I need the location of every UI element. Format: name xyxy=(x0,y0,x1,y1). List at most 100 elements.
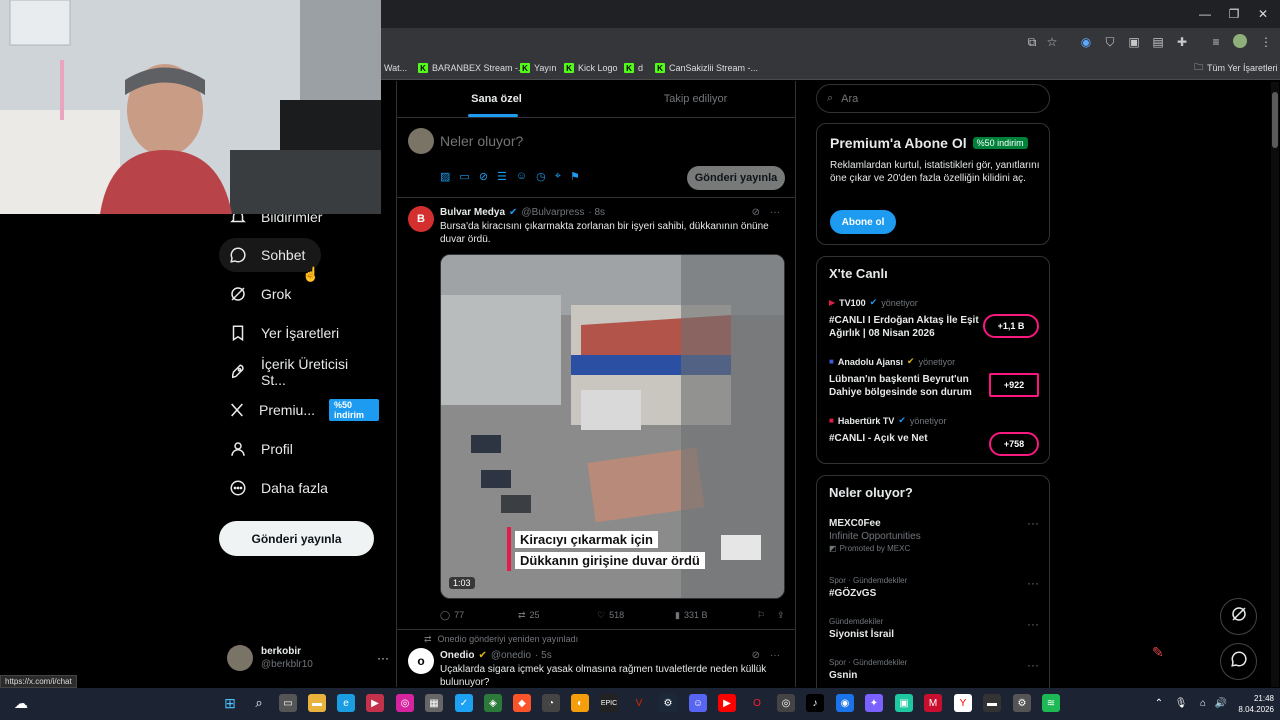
twitter-app-icon[interactable]: ✓ xyxy=(455,694,473,712)
youtube-icon[interactable]: ▶ xyxy=(718,694,736,712)
live-listeners-pill[interactable]: +1,1 B xyxy=(983,314,1039,338)
live-item-title[interactable]: #CANLI - Açık ve Net xyxy=(829,432,979,445)
sidebar-post-button[interactable]: Gönderi yayınla xyxy=(219,521,374,556)
cast-icon[interactable]: ⧉ xyxy=(1024,34,1040,50)
post-time[interactable]: · 5s xyxy=(535,650,552,661)
image-icon[interactable]: ▨ xyxy=(440,170,450,183)
post-video[interactable]: Kiracıyı çıkarmak için Dükkanın girişine… xyxy=(440,254,785,599)
search-input[interactable] xyxy=(841,92,1022,105)
extension-shield-icon[interactable]: ⛉ xyxy=(1102,34,1118,50)
valorant-icon[interactable]: V xyxy=(630,694,648,712)
taskbar-search-icon[interactable]: ⌕ xyxy=(250,694,268,712)
gif-icon[interactable]: ▭ xyxy=(459,170,469,183)
extension-audio-icon[interactable]: ◉ xyxy=(1078,34,1094,50)
post-handle[interactable]: @Bulvarpress xyxy=(521,207,584,218)
extensions-puzzle-icon[interactable]: ✚ xyxy=(1174,34,1190,50)
live-item-host[interactable]: ▶ TV100 ✔ yönetiyor xyxy=(829,297,918,308)
post-author[interactable]: Onedio xyxy=(440,650,474,661)
repost-button[interactable]: ⇄ 25 xyxy=(518,610,597,621)
bookmark-post-icon[interactable]: ⚐ xyxy=(757,610,777,621)
sidebar-item-creator-studio[interactable]: İçerik Üreticisi St... xyxy=(219,355,379,389)
trend-item[interactable]: MEXC0Fee Infinite Opportunities ◩ Promote… xyxy=(829,518,1039,553)
bookmark-item[interactable]: Wat... xyxy=(384,60,407,76)
poll-icon[interactable]: ☰ xyxy=(497,170,507,183)
schedule-icon[interactable]: ◷ xyxy=(536,170,546,183)
profile-avatar-icon[interactable] xyxy=(1232,34,1248,50)
bookmark-item[interactable]: K CanSakizlii Stream -... xyxy=(655,60,758,76)
emoji-icon[interactable]: ☺ xyxy=(516,170,527,183)
bookmark-item[interactable]: K Yayın xyxy=(520,60,556,76)
tab-for-you[interactable]: Sana özel xyxy=(397,81,596,117)
chat-float-button[interactable] xyxy=(1220,643,1257,680)
trend-item[interactable]: Spor · Gündemdekiler Gsnin xyxy=(829,658,1039,681)
post-more-icon[interactable]: ··· xyxy=(770,207,780,218)
task-view-icon[interactable]: ▭ xyxy=(279,694,297,712)
subscribe-button[interactable]: Abone ol xyxy=(830,210,896,234)
instagram-icon[interactable]: ◎ xyxy=(396,694,414,712)
trend-more-icon[interactable]: ··· xyxy=(1027,576,1039,590)
opera-icon[interactable]: O xyxy=(748,694,766,712)
mcafee-icon[interactable]: M xyxy=(924,694,942,712)
share-icon[interactable]: ⇪ xyxy=(777,610,785,621)
epic-games-icon[interactable]: EPIC xyxy=(600,694,618,712)
network-icon[interactable]: ⌂ xyxy=(1194,694,1212,712)
extension-icon[interactable]: ▣ xyxy=(1126,34,1142,50)
scrollbar-thumb[interactable] xyxy=(1272,92,1278,148)
sidebar-item-profile[interactable]: Profil xyxy=(219,432,319,466)
bulvar-avatar[interactable]: B xyxy=(408,206,434,232)
bookmark-item[interactable]: Kd xyxy=(624,60,643,76)
copilot-icon[interactable]: ✦ xyxy=(865,694,883,712)
chrome-icon[interactable]: ◉ xyxy=(836,694,854,712)
taskbar-clock[interactable]: 21:48 8.04.2026 xyxy=(1232,693,1274,715)
live-item-title[interactable]: #CANLI I Erdoğan Aktaş İle Eşit Ağırlık … xyxy=(829,314,979,340)
live-item-host[interactable]: ■ Habertürk TV ✔ yönetiyor xyxy=(829,415,946,426)
app-icon[interactable]: ▬ xyxy=(983,694,1001,712)
account-more-icon[interactable]: ··· xyxy=(377,651,389,665)
minimize-icon[interactable]: — xyxy=(1196,6,1214,22)
live-listeners-pill[interactable]: +922 xyxy=(989,373,1039,397)
trend-more-icon[interactable]: ··· xyxy=(1027,658,1039,672)
composer-post-button[interactable]: Gönderi yayınla xyxy=(687,166,785,190)
like-button[interactable]: ♡ 518 xyxy=(597,610,675,621)
bookmark-item[interactable]: K BARANBEX Stream -... xyxy=(418,60,526,76)
brave-icon[interactable]: ◆ xyxy=(513,694,531,712)
onedio-avatar[interactable]: o xyxy=(408,648,434,674)
account-switcher[interactable]: berkobir @berkblr10 ··· xyxy=(219,638,389,678)
scrollbar-track[interactable] xyxy=(1271,82,1279,687)
tab-following[interactable]: Takip ediliyor xyxy=(596,81,795,117)
extension-window-icon[interactable]: ▤ xyxy=(1150,34,1166,50)
search-box[interactable]: ⌕ xyxy=(816,84,1050,113)
grok-icon[interactable]: ⊘ xyxy=(752,207,760,218)
steam-icon[interactable]: ⚙ xyxy=(659,694,677,712)
close-icon[interactable]: ✕ xyxy=(1254,6,1272,22)
maximize-icon[interactable]: ❐ xyxy=(1225,6,1243,22)
grok-float-button[interactable] xyxy=(1220,598,1257,635)
reply-button[interactable]: ◯ 77 xyxy=(440,610,518,621)
trend-item[interactable]: Spor · Gündemdekiler #GÖZvGS xyxy=(829,576,1039,599)
speedometer-icon[interactable]: ◔ xyxy=(542,694,560,712)
sidebar-item-premium[interactable]: Premiu... %50 indirim xyxy=(219,393,389,427)
windows-start-icon[interactable]: ⊞ xyxy=(221,694,239,712)
speaker-icon[interactable]: 🔊 xyxy=(1212,694,1230,712)
settings-icon[interactable]: ⚙ xyxy=(1013,694,1031,712)
location-icon[interactable]: ⌖ xyxy=(555,170,561,183)
edge-icon[interactable]: e xyxy=(337,694,355,712)
flag-icon[interactable]: ⚑ xyxy=(570,170,580,183)
live-listeners-pill[interactable]: +758 xyxy=(989,432,1039,456)
all-bookmarks[interactable]: 🗀 Tüm Yer İşaretleri xyxy=(1194,60,1278,76)
app-icon[interactable]: ◈ xyxy=(484,694,502,712)
tab-search-icon[interactable]: ≡ xyxy=(1208,34,1224,50)
grok-icon[interactable]: ⊘ xyxy=(479,170,488,183)
browser-menu-icon[interactable]: ⋮ xyxy=(1258,34,1274,50)
spotify-icon[interactable]: ≋ xyxy=(1042,694,1060,712)
app-icon[interactable]: ◐ xyxy=(571,694,589,712)
grok-icon[interactable]: ⊘ xyxy=(752,650,760,661)
live-item-host[interactable]: ■ Anadolu Ajansı ✔ yönetiyor xyxy=(829,356,955,367)
file-explorer-icon[interactable]: ▬ xyxy=(308,694,326,712)
sidebar-item-more[interactable]: Daha fazla xyxy=(219,471,339,505)
yandex-icon[interactable]: Y xyxy=(954,694,972,712)
calculator-icon[interactable]: ▦ xyxy=(425,694,443,712)
microphone-icon[interactable]: 🎙 xyxy=(1172,694,1190,712)
trend-more-icon[interactable]: ··· xyxy=(1027,617,1039,631)
live-item-title[interactable]: Lübnan'ın başkenti Beyrut'un Dahiye bölg… xyxy=(829,373,979,399)
